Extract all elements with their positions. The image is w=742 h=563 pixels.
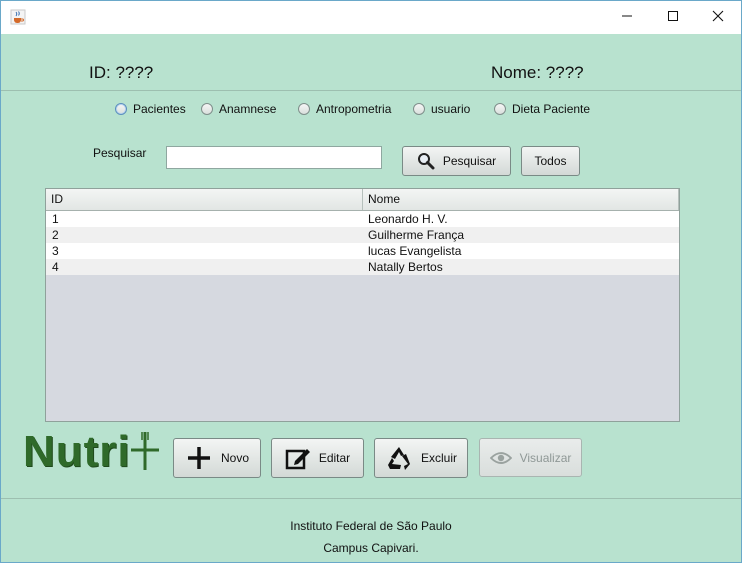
magnifier-icon (417, 152, 435, 170)
todos-button-label: Todos (534, 154, 567, 168)
maximize-icon (667, 9, 679, 27)
plus-icon (185, 444, 213, 472)
title-bar (1, 1, 741, 34)
table-header: ID Nome (46, 189, 679, 211)
radio-label: usuario (431, 102, 471, 116)
radio-circle (298, 103, 310, 115)
cell-nome: Leonardo H. V. (368, 212, 448, 226)
eye-icon (489, 450, 512, 466)
radio-circle (201, 103, 213, 115)
content-panel: ID: ???? Nome: ???? Pacientes Anamnese A… (1, 34, 741, 562)
close-button[interactable] (695, 1, 741, 34)
logo-text: Nutri (23, 427, 131, 476)
nome-label: Nome: ???? (491, 63, 584, 82)
visualizar-button[interactable]: Visualizar (479, 438, 582, 477)
patients-table[interactable]: ID Nome 1 Leonardo H. V. 2 Guilherme Fra… (45, 188, 680, 422)
minimize-button[interactable] (604, 1, 650, 34)
cell-id: 4 (52, 260, 59, 274)
radio-circle (494, 103, 506, 115)
column-header-nome[interactable]: Nome (363, 189, 679, 210)
novo-button-label: Novo (220, 451, 249, 465)
nutri-logo: Nutri (23, 427, 159, 477)
cell-id: 3 (52, 244, 59, 258)
radio-antropometria[interactable]: Antropometria (298, 100, 391, 118)
search-button-label: Pesquisar (442, 154, 497, 168)
table-row[interactable]: 4 Natally Bertos (46, 259, 679, 275)
table-row[interactable]: 1 Leonardo H. V. (46, 211, 679, 227)
editar-button[interactable]: Editar (271, 438, 364, 478)
id-label: ID: ???? (89, 63, 154, 82)
search-label: Pesquisar (93, 146, 147, 160)
radio-dieta-paciente[interactable]: Dieta Paciente (494, 100, 590, 118)
radio-circle (413, 103, 425, 115)
todos-button[interactable]: Todos (521, 146, 580, 176)
excluir-button-label: Excluir (420, 451, 457, 465)
cell-id: 1 (52, 212, 59, 226)
column-header-id[interactable]: ID (46, 189, 363, 210)
table-row[interactable]: 2 Guilherme França (46, 227, 679, 243)
radio-pacientes[interactable]: Pacientes (115, 100, 186, 118)
cell-nome: lucas Evangelista (368, 244, 462, 258)
main-window: ID: ???? Nome: ???? Pacientes Anamnese A… (0, 0, 742, 563)
footer-line-2: Campus Capivari. (323, 541, 419, 555)
radio-usuario[interactable]: usuario (413, 100, 470, 118)
visualizar-button-label: Visualizar (519, 450, 572, 465)
cell-nome: Guilherme França (368, 228, 465, 242)
novo-button[interactable]: Novo (173, 438, 261, 478)
editar-button-label: Editar (318, 451, 351, 465)
minimize-icon (621, 9, 633, 27)
excluir-button[interactable]: Excluir (374, 438, 468, 478)
radio-label: Anamnese (219, 102, 277, 116)
footer-separator (1, 498, 741, 499)
maximize-button[interactable] (650, 1, 696, 34)
close-icon (712, 9, 724, 27)
java-cup-icon (10, 9, 26, 25)
radio-label: Antropometria (316, 102, 392, 116)
radio-circle (115, 103, 127, 115)
search-input[interactable] (166, 146, 382, 169)
radio-label: Dieta Paciente (512, 102, 591, 116)
search-button[interactable]: Pesquisar (402, 146, 511, 176)
header-separator (1, 90, 741, 91)
table-row[interactable]: 3 lucas Evangelista (46, 243, 679, 259)
edit-icon (285, 445, 311, 471)
cell-id: 2 (52, 228, 59, 242)
recycle-icon (385, 444, 413, 472)
fork-knife-icon (130, 428, 159, 477)
footer-line-1: Instituto Federal de São Paulo (290, 519, 452, 533)
cell-nome: Natally Bertos (368, 260, 443, 274)
radio-label: Pacientes (133, 102, 186, 116)
radio-anamnese[interactable]: Anamnese (201, 100, 276, 118)
